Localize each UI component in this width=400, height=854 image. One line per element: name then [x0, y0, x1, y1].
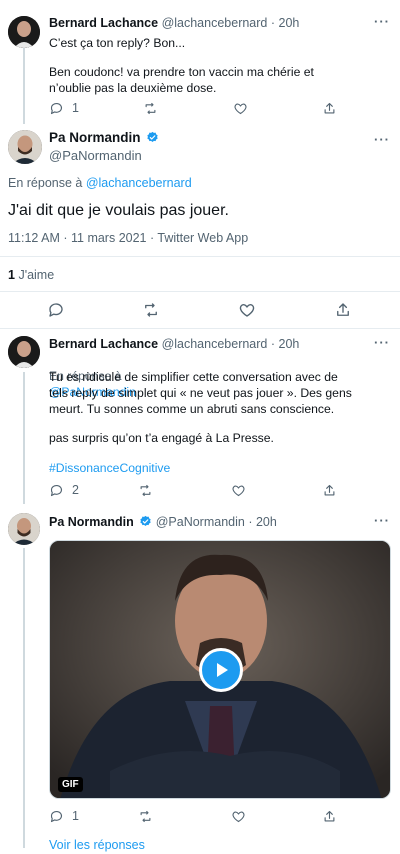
avatar-image-icon — [8, 16, 40, 48]
tweet-time[interactable]: · 20h — [271, 337, 300, 351]
reply-button[interactable]: 2 — [49, 481, 79, 499]
avatar[interactable] — [8, 336, 40, 368]
reply-count: 1 — [72, 101, 79, 115]
reply-icon — [50, 810, 63, 822]
reply-button[interactable]: 1 — [49, 99, 79, 117]
tweet-text: J'ai dit que je voulais pas jouer. — [8, 202, 229, 219]
more-options-icon[interactable]: ··· — [374, 132, 390, 147]
author-handle[interactable]: @PaNormandin — [156, 515, 245, 529]
avatar-image-icon — [8, 130, 42, 164]
reply-to-handle-link[interactable]: @lachancebernard — [86, 176, 192, 190]
retweet-button[interactable] — [138, 807, 153, 825]
retweet-icon — [140, 484, 151, 496]
retweet-icon — [145, 102, 156, 114]
tweet-text: C’est ça ton reply? Bon... — [49, 36, 186, 50]
likes-summary[interactable]: 1 J'aime — [8, 268, 54, 282]
retweet-button[interactable] — [138, 481, 153, 499]
author-name[interactable]: Pa Normandin — [49, 515, 134, 529]
retweet-icon — [145, 303, 157, 317]
reply-count: 2 — [72, 483, 79, 497]
reply-button[interactable] — [47, 301, 65, 319]
divider — [0, 256, 400, 257]
like-button[interactable] — [233, 99, 248, 117]
author-name[interactable]: Bernard Lachance — [49, 16, 158, 30]
avatar[interactable] — [8, 513, 40, 545]
divider — [0, 328, 400, 329]
see-replies-link[interactable]: Voir les réponses — [49, 838, 145, 852]
author-handle[interactable]: @lachancebernard — [162, 337, 268, 351]
tweet-actions — [0, 301, 400, 321]
share-icon — [324, 102, 335, 113]
tweet-actions: 1 — [49, 807, 349, 825]
gif-badge: GIF — [58, 777, 83, 792]
avatar[interactable] — [8, 16, 40, 48]
tweet-text: pas surpris qu’on t’a engagé à La Presse… — [49, 431, 274, 445]
heart-icon — [234, 103, 247, 114]
reply-prefix: En réponse à — [8, 176, 83, 190]
avatar-image-icon — [8, 513, 40, 545]
author-name[interactable]: Bernard Lachance — [49, 337, 158, 351]
tweet-text: Ben coudonc! va prendre ton vaccin ma ch… — [49, 65, 314, 95]
more-options-icon[interactable]: ··· — [374, 14, 390, 29]
tweet-header: Pa Normandin @PaNormandin · 20h — [49, 515, 277, 529]
avatar-image-icon — [8, 336, 40, 368]
gif-media[interactable]: GIF — [49, 540, 391, 799]
thread-line — [23, 548, 25, 848]
like-button[interactable] — [231, 481, 246, 499]
more-options-icon[interactable]: ··· — [374, 513, 390, 528]
share-button[interactable] — [334, 301, 352, 319]
author-name[interactable]: Pa Normandin — [49, 130, 159, 145]
retweet-icon — [140, 810, 151, 822]
share-button[interactable] — [322, 807, 337, 825]
like-button[interactable] — [231, 807, 246, 825]
tweet-actions: 1 — [49, 99, 349, 117]
heart-icon — [239, 304, 255, 317]
play-button[interactable] — [199, 648, 243, 692]
author-handle[interactable]: @lachancebernard — [162, 16, 268, 30]
reply-icon — [50, 484, 63, 496]
share-icon — [324, 810, 335, 821]
tweet-header: Bernard Lachance @lachancebernard · 20h — [49, 337, 299, 351]
share-icon — [337, 303, 349, 316]
heart-icon — [232, 485, 245, 496]
like-button[interactable] — [238, 301, 256, 319]
reply-count: 1 — [72, 809, 79, 823]
verified-badge-icon — [140, 515, 151, 526]
retweet-button[interactable] — [142, 301, 160, 319]
divider — [0, 291, 400, 292]
author-name-text: Pa Normandin — [49, 130, 141, 145]
retweet-button[interactable] — [143, 99, 158, 117]
avatar[interactable] — [8, 130, 42, 164]
thread-line — [23, 372, 25, 504]
tweet-text: Tu es ridicule de simplifier cette conve… — [49, 370, 352, 416]
reply-icon — [49, 303, 63, 317]
hashtag-link[interactable]: #DissonanceCognitive — [49, 460, 394, 476]
play-icon — [217, 663, 228, 677]
thread-line — [23, 44, 25, 124]
share-button[interactable] — [322, 481, 337, 499]
tweet-timestamp[interactable]: 11:12 AM · 11 mars 2021 · Twitter Web Ap… — [8, 231, 248, 245]
tweet-time[interactable]: · 20h — [271, 16, 300, 30]
more-options-icon[interactable]: ··· — [374, 335, 390, 350]
tweet-header: Bernard Lachance @lachancebernard · 20h — [49, 16, 299, 30]
tweet-time[interactable]: · 20h — [248, 515, 277, 529]
heart-icon — [232, 811, 245, 822]
tweet-actions: 2 — [49, 481, 349, 499]
likes-count: 1 — [8, 268, 15, 282]
share-icon — [324, 484, 335, 495]
reply-icon — [50, 102, 63, 114]
verified-badge-icon — [147, 131, 158, 142]
share-button[interactable] — [322, 99, 337, 117]
likes-label: J'aime — [18, 268, 55, 282]
reply-button[interactable]: 1 — [49, 807, 79, 825]
author-handle[interactable]: @PaNormandin — [49, 148, 142, 163]
replying-to: En réponse à @lachancebernard — [8, 176, 192, 190]
